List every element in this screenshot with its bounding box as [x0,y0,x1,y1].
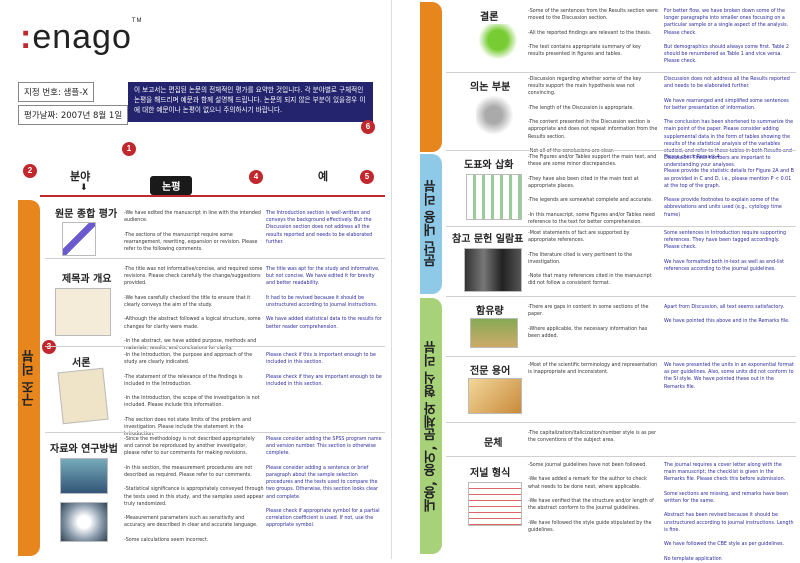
lab-image [60,458,108,494]
section-comment: -Most of the scientific terminology and … [528,363,658,376]
dictionary-image [468,378,522,414]
report-number: 지정 번호: 샘플-X [18,82,95,102]
books-image [464,248,522,292]
marker-5: 5 [360,170,374,184]
section-title: 함유량 [476,306,504,317]
table-image [466,174,522,220]
journal-image [468,482,522,526]
section-title: 저널 형식 [470,468,511,479]
document-image [55,288,111,336]
section-comment: -Discussion regarding whether some of th… [528,77,658,155]
section-title: 결론 [480,12,499,23]
person-image [476,95,520,135]
marker-2: 2 [23,164,37,178]
col-field-header: 분야 [70,170,91,183]
section-title: 의논 부분 [470,82,511,93]
petri-image [60,502,108,542]
section-example: Apart from Discussion, all text seems sa… [664,305,790,325]
section-comment: -We have edited the manuscript in line w… [124,211,261,253]
marker-3: 3 [42,340,56,354]
down-arrow-icon: ⬇ [80,183,88,193]
structure-review-sidebar: 구조 리뷰 [18,200,40,556]
section-comment: -Some of the sentences from the Results … [528,9,658,58]
style-review-sidebar: 내용, 용어, 문체와 형식 리뷰 [420,298,442,554]
section-comment: -Since the methodology is not described … [124,437,264,543]
marker-6: 6 [361,120,375,134]
section-comment: -The title was not informative/concise, … [124,267,263,352]
col-example-header: 예 [318,170,329,183]
content-review-sidebar: 문단 내용 리뷰 [420,154,442,294]
section-example: We have presented the units in an expone… [664,363,794,390]
pen-image [62,222,96,256]
right-page: 문단 내용 리뷰 내용, 용어, 문체와 형식 리뷰 결론 -Some of t… [396,0,800,562]
header-rule [40,195,385,197]
intro-box: 이 보고서는 편집된 논문의 전체적인 평가를 요약한 것입니다. 각 분야별로… [128,82,373,122]
section-example: Please check if this is important enough… [266,353,382,387]
section-comment: -The capitalization/italicization/number… [528,431,657,444]
section-example: Please consider adding the SPSS program … [266,437,382,529]
figure-image [476,24,520,64]
folders-image [470,318,518,348]
top-orange-tab [420,2,442,152]
section-example: For better flow, we have broken down som… [664,9,789,65]
section-title: 자료와 연구방법 [50,444,118,455]
section-comment: -There are gaps in content in some secti… [528,305,649,339]
marker-4: 4 [249,170,263,184]
section-comment: -The Figures and/or Tables support the m… [528,155,657,225]
section-title: 원문 종합 평가 [55,209,118,220]
section-comment: -Some journal guidelines have not been f… [528,463,654,533]
section-example: The Introduction section is well-written… [266,211,373,245]
section-example: The title was apt for the study and info… [266,267,382,330]
enago-logo: :enagoTM [20,18,143,56]
section-example: Please check Remark 4 Please provide the… [664,155,794,218]
section-title: 전문 용어 [470,366,511,377]
report-date: 평가날짜: 2007년 8월 1일 [18,105,129,125]
col-comment-header: 논평 [150,176,193,195]
section-title: 서론 [72,358,91,369]
section-title: 참고 문헌 일람표 [452,234,524,245]
section-comment: -In the Introduction, the purpose and ap… [124,353,260,438]
paper-image [57,367,109,425]
section-title: 도표와 삽화 [464,160,514,171]
section-title: 제목과 개요 [62,274,112,285]
section-example: The journal requires a cover letter alon… [664,463,794,562]
marker-1: 1 [122,142,136,156]
section-example: Some sentences in Introduction require s… [664,231,786,273]
left-page: :enagoTM 지정 번호: 샘플-X 평가날짜: 2007년 8월 1일 이… [0,0,392,559]
section-title: 문체 [484,438,503,449]
section-comment: -Most statements of fact are supported b… [528,231,652,287]
